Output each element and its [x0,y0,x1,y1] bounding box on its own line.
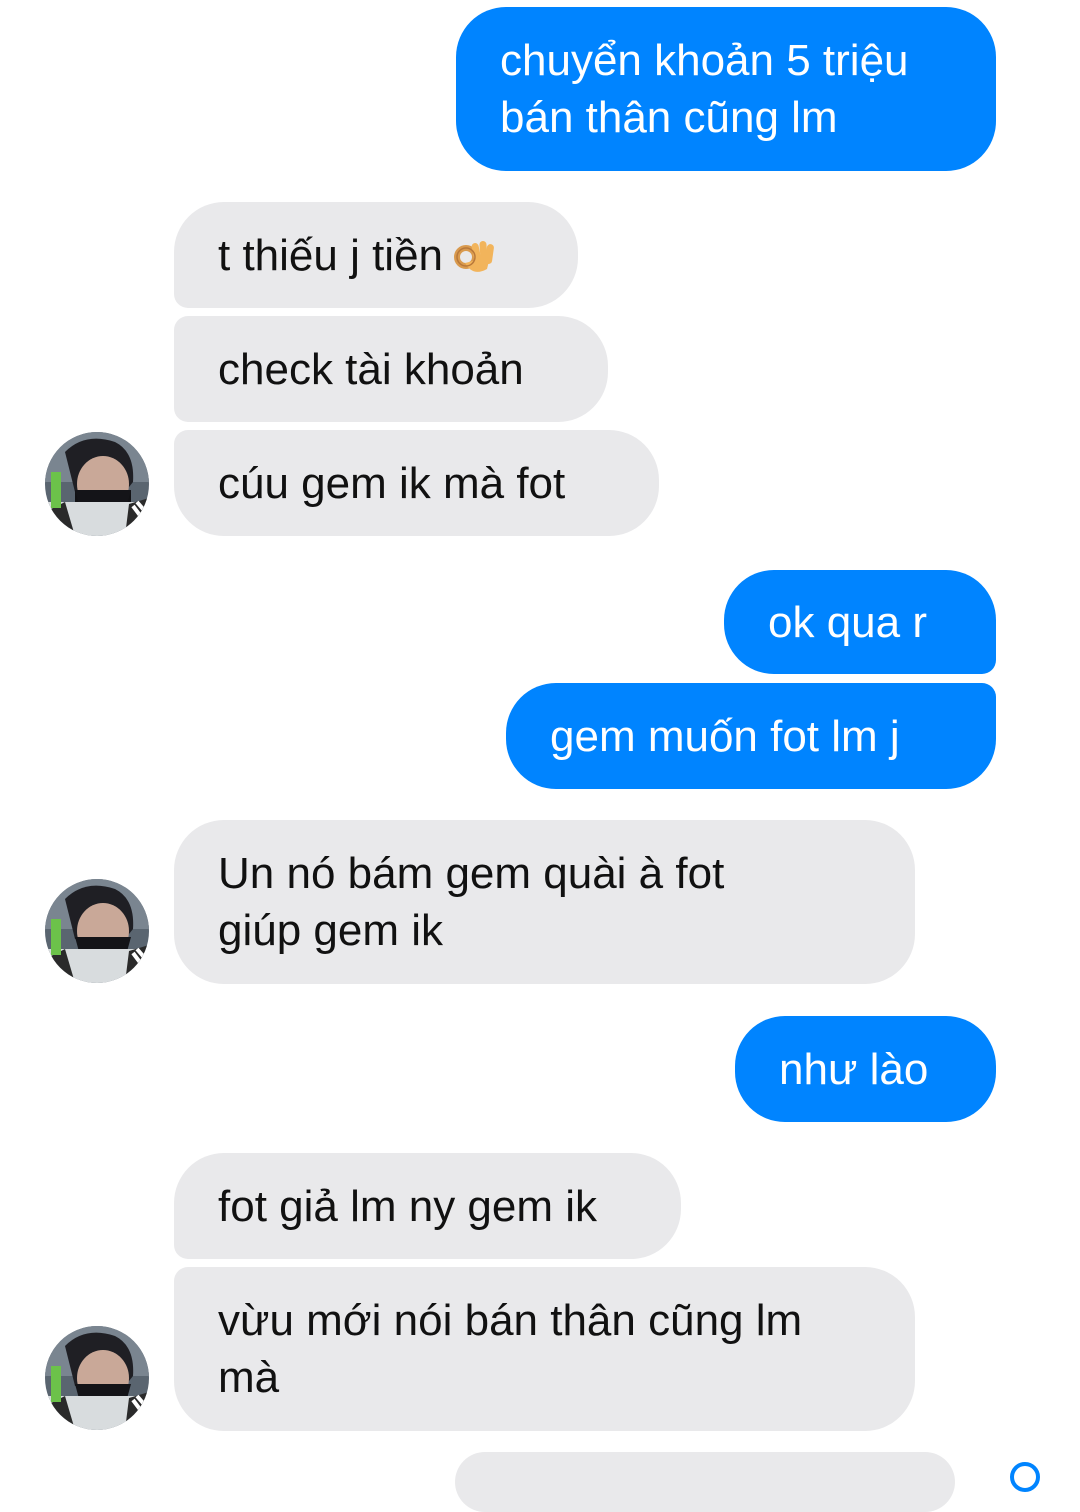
received-message[interactable]: check tài khoản [174,316,608,422]
sent-message[interactable]: chuyển khoản 5 triệu bán thân cũng lm [456,7,996,171]
message-text: gem muốn fot lm j [550,711,900,761]
message-text: ok qua r [768,597,927,647]
received-message[interactable]: Un nó bám gem quài à fot giúp gem ik [174,820,915,984]
message-text: cúu gem ik mà fot [218,458,566,508]
message-text: fot giả lm ny gem ik [218,1181,598,1231]
ok-hand-emoji-icon [454,240,494,272]
sent-message[interactable]: ok qua r [724,570,996,674]
contact-avatar[interactable] [45,432,149,536]
partial-message-bubble [455,1452,955,1512]
message-text: như lào [779,1044,929,1094]
message-text: chuyển khoản 5 triệu bán thân cũng lm [500,36,909,142]
avatar-image-icon [45,432,149,536]
read-receipt-icon [1010,1462,1040,1492]
received-message[interactable]: cúu gem ik mà fot [174,430,659,536]
message-text: Un nó bám gem quài à fot giúp gem ik [218,849,725,955]
sent-message[interactable]: như lào [735,1016,996,1122]
received-message[interactable]: t thiếu j tiền [174,202,578,308]
sent-message[interactable]: gem muốn fot lm j [506,683,996,789]
contact-avatar[interactable] [45,879,149,983]
received-message[interactable]: fot giả lm ny gem ik [174,1153,681,1259]
avatar-image-icon [45,879,149,983]
message-text: vừu mới nói bán thân cũng lm mà [218,1296,803,1402]
message-text: t thiếu j tiền [218,230,444,280]
message-text: check tài khoản [218,344,524,394]
avatar-image-icon [45,1326,149,1430]
received-message[interactable]: vừu mới nói bán thân cũng lm mà [174,1267,915,1431]
contact-avatar[interactable] [45,1326,149,1430]
